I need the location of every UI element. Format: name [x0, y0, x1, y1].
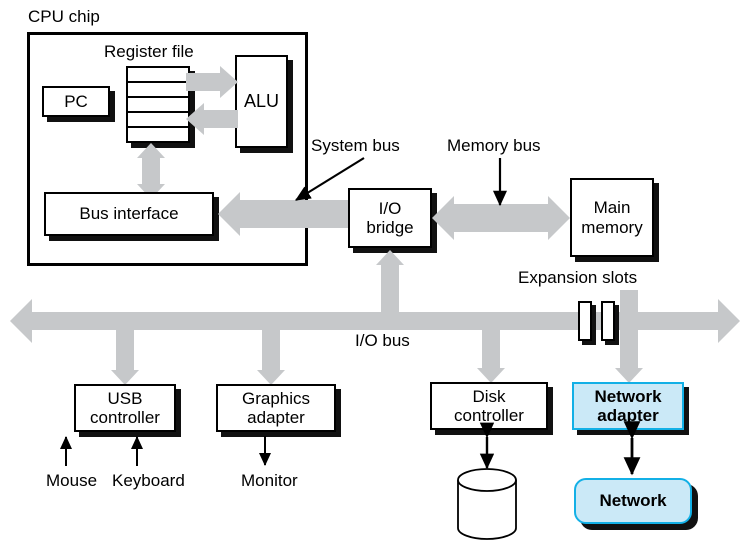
regfile-to-alu-arrow-shaft: [186, 73, 220, 91]
register-file-label: Register file: [104, 42, 194, 61]
alu-to-regfile-arrow-head: [186, 103, 204, 135]
expansion-slot-2[interactable]: [601, 301, 615, 341]
io-bus-head-left: [10, 299, 32, 343]
pc-block-label: PC: [64, 91, 88, 111]
io-bridge-block-label: I/O bridge: [366, 198, 414, 237]
main-memory-block-label: Main memory: [581, 198, 643, 237]
regfile-to-alu-arrow-head: [220, 66, 238, 98]
register-file-block[interactable]: [126, 66, 190, 143]
regfile-businterface-arrow-shaft: [142, 158, 160, 184]
memory-bus-shaft: [454, 204, 548, 232]
network-block[interactable]: Network: [574, 478, 692, 524]
alu-block[interactable]: ALU: [235, 55, 288, 148]
io-bus-shaft: [32, 312, 718, 330]
alu-to-regfile-arrow-shaft: [204, 110, 238, 128]
usb-controller-block[interactable]: USB controller: [74, 384, 176, 432]
bus-to-graphics-shaft: [262, 328, 280, 370]
io-bridge-to-bus-shaft: [381, 265, 399, 317]
disk-controller-block[interactable]: Disk controller: [430, 382, 548, 430]
register-file-row: [128, 113, 188, 128]
regfile-businterface-arrow-head-up: [137, 143, 165, 158]
bus-interface-block-label: Bus interface: [79, 204, 179, 224]
keyboard-label: Keyboard: [112, 471, 185, 490]
bus-to-graphics-head: [257, 370, 285, 385]
system-bus-shaft: [240, 200, 348, 228]
pc-block[interactable]: PC: [42, 86, 110, 117]
main-memory-block[interactable]: Main memory: [570, 178, 654, 257]
disk-controller-block-label: Disk controller: [454, 386, 524, 425]
io-bus-head-right: [718, 299, 740, 343]
memory-bus-label: Memory bus: [447, 136, 541, 155]
memory-bus-head-right: [548, 196, 570, 240]
bus-to-disk-shaft: [482, 328, 500, 368]
system-bus-head-left: [218, 192, 240, 236]
bus-to-usb-head: [111, 370, 139, 385]
bus-to-disk-head: [477, 368, 505, 383]
network-adapter-block[interactable]: Network adapter: [572, 382, 684, 430]
register-file-row: [128, 128, 188, 141]
register-file-row: [128, 68, 188, 83]
monitor-label: Monitor: [241, 471, 298, 490]
cpu-chip-label: CPU chip: [28, 7, 100, 26]
diagram-canvas: CPU chip Register file PC ALU Bus interf…: [0, 0, 750, 560]
network-block-label: Network: [599, 491, 667, 511]
expansion-slots-label: Expansion slots: [518, 268, 638, 287]
bus-to-usb-shaft: [116, 328, 134, 370]
register-file-row: [128, 98, 188, 113]
register-file-row: [128, 83, 188, 98]
bus-to-network-head: [615, 368, 643, 383]
graphics-adapter-block-label: Graphics adapter: [241, 388, 311, 427]
mouse-label: Mouse: [46, 471, 98, 490]
graphics-adapter-block[interactable]: Graphics adapter: [216, 384, 336, 432]
expansion-slot-1[interactable]: [578, 301, 592, 341]
alu-block-label: ALU: [243, 91, 279, 112]
io-bus-label: I/O bus: [355, 331, 410, 350]
bus-interface-block[interactable]: Bus interface: [44, 192, 214, 236]
memory-bus-head-left: [432, 196, 454, 240]
io-bridge-to-bus-head: [376, 250, 404, 265]
usb-controller-block-label: USB controller: [90, 388, 160, 427]
bus-to-network-shaft: [620, 290, 638, 368]
io-bridge-block[interactable]: I/O bridge: [348, 188, 432, 248]
network-adapter-block-label: Network adapter: [594, 386, 662, 425]
disk-label: Disk: [471, 506, 505, 525]
system-bus-label: System bus: [311, 136, 400, 155]
